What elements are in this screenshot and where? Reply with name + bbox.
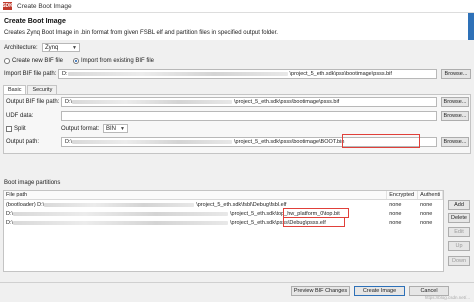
udf-data-input[interactable] bbox=[61, 111, 437, 121]
import-bif-browse-button[interactable]: Browse... bbox=[441, 69, 471, 79]
output-format-select[interactable]: BIN ▼ bbox=[103, 124, 128, 133]
cell-encrypted: none bbox=[389, 219, 402, 226]
preview-bif-changes-button[interactable]: Preview BIF Changes bbox=[291, 286, 350, 296]
table-row[interactable]: (bootloader) D:\ \project_5_eth.sdk\fsbl… bbox=[4, 200, 443, 209]
row-prefix: D:\ bbox=[6, 210, 14, 217]
udf-row: UDF data: bbox=[6, 113, 33, 119]
chevron-down-icon: ▼ bbox=[120, 125, 125, 132]
row-prefix: D:\ bbox=[6, 219, 14, 226]
row-prefix: (bootloader) D:\ bbox=[6, 201, 45, 208]
dialog-header: Create Boot Image Creates Zynq Boot Imag… bbox=[0, 13, 474, 40]
radio-icon bbox=[4, 58, 10, 64]
redacted-path bbox=[13, 220, 229, 225]
row-suffix: \project_5_eth.sdk\fsbl\Debug\fsbl.elf bbox=[196, 201, 287, 208]
split-checkbox[interactable]: Split bbox=[6, 126, 26, 132]
architecture-label: Architecture: bbox=[4, 45, 38, 51]
dialog-description: Creates Zynq Boot Image in .bin format f… bbox=[4, 30, 278, 36]
import-bif-path-input[interactable]: D: \project_5_eth.sdk\pss\bootimage\psss… bbox=[58, 69, 437, 79]
move-down-button[interactable]: Down bbox=[448, 256, 470, 266]
output-path-row: Output path: bbox=[6, 139, 39, 145]
output-bif-path-prefix: D:\ bbox=[65, 99, 73, 105]
udf-browse-button[interactable]: Browse... bbox=[441, 111, 469, 121]
create-new-bif-label: Create new BIF file bbox=[12, 58, 64, 64]
import-bif-row: Import BIF file path: bbox=[4, 71, 56, 77]
redacted-path bbox=[72, 140, 233, 144]
dialog-title: Create Boot Image bbox=[4, 18, 66, 25]
partitions-table: File path Encrypted Authenti (bootloader… bbox=[3, 190, 444, 272]
checkbox-icon bbox=[6, 126, 12, 132]
move-up-button[interactable]: Up bbox=[448, 241, 470, 251]
col-encrypted[interactable]: Encrypted bbox=[387, 191, 419, 199]
output-path-browse-button[interactable]: Browse... bbox=[441, 137, 469, 147]
col-file-path[interactable]: File path bbox=[4, 191, 388, 199]
radio-create-new-bif[interactable]: Create new BIF file bbox=[4, 58, 63, 64]
cell-authentication: none bbox=[420, 210, 433, 217]
redacted-path bbox=[13, 211, 229, 216]
import-bif-label: Import from existing BIF file bbox=[81, 58, 155, 64]
settings-tabs: Basic Security bbox=[3, 85, 58, 94]
col-authentication[interactable]: Authenti bbox=[418, 191, 443, 199]
output-bif-path-input[interactable]: D:\ \project_5_eth.sdk\psss\bootimage\ps… bbox=[61, 97, 437, 107]
cell-file-path: D:\ \project_5_eth.sdk\top_hw_platform_0… bbox=[4, 211, 387, 217]
title-bar: SDK Create Boot Image bbox=[0, 0, 474, 13]
table-row[interactable]: D:\ \project_5_eth.sdk\top_hw_platform_0… bbox=[4, 209, 443, 218]
architecture-select[interactable]: Zynq ▼ bbox=[42, 43, 80, 52]
architecture-value: Zynq bbox=[45, 44, 59, 51]
tab-security[interactable]: Security bbox=[27, 85, 58, 94]
row-suffix: \project_5_eth.sdk\psss\Debug\psss.elf bbox=[230, 219, 326, 226]
redacted-path bbox=[72, 100, 233, 104]
output-format-row: Output format: bbox=[61, 126, 99, 132]
cell-authentication: none bbox=[420, 219, 433, 226]
output-path-prefix: D:\ bbox=[65, 139, 73, 145]
radio-import-bif[interactable]: Import from existing BIF file bbox=[73, 58, 154, 64]
window-title: Create Boot Image bbox=[17, 2, 72, 10]
add-partition-button[interactable]: Add bbox=[448, 200, 470, 210]
redacted-path bbox=[44, 202, 195, 207]
partitions-section-label: Boot image partitions bbox=[4, 180, 61, 186]
watermark-text: https://blog.csdn.net/... bbox=[424, 295, 470, 300]
tab-basic[interactable]: Basic bbox=[3, 85, 27, 94]
output-bif-row: Output BIF file path: bbox=[6, 99, 59, 105]
path-prefix: D: bbox=[62, 71, 68, 77]
edit-partition-button[interactable]: Edit bbox=[448, 227, 470, 237]
redacted-path bbox=[67, 72, 288, 76]
cell-encrypted: none bbox=[389, 201, 402, 208]
output-format-value: BIN bbox=[106, 125, 117, 132]
output-bif-path-label: Output BIF file path: bbox=[6, 99, 60, 105]
delete-partition-button[interactable]: Delete bbox=[448, 213, 470, 223]
output-path-suffix: \project_5_eth.sdk\psss\bootimage\BOOT.b… bbox=[234, 139, 345, 145]
output-bif-browse-button[interactable]: Browse... bbox=[441, 97, 469, 107]
sdk-app-icon: SDK bbox=[2, 2, 13, 10]
cell-encrypted: none bbox=[389, 210, 402, 217]
output-bif-path-suffix: \project_5_eth.sdk\psss\bootimage\psss.b… bbox=[234, 99, 340, 105]
cell-file-path: (bootloader) D:\ \project_5_eth.sdk\fsbl… bbox=[4, 202, 387, 208]
output-path-input[interactable]: D:\ \project_5_eth.sdk\psss\bootimage\BO… bbox=[61, 137, 437, 147]
radio-selected-icon bbox=[73, 58, 79, 64]
split-label: Split bbox=[14, 126, 26, 132]
cell-file-path: D:\ \project_5_eth.sdk\psss\Debug\psss.e… bbox=[4, 220, 387, 226]
output-path-label: Output path: bbox=[6, 139, 40, 145]
row-suffix: \project_5_eth.sdk\top_hw_platform_0\top… bbox=[230, 210, 340, 217]
chevron-down-icon: ▼ bbox=[72, 44, 77, 51]
header-accent-bar bbox=[468, 13, 474, 40]
architecture-row: Architecture: bbox=[4, 45, 38, 51]
create-image-button[interactable]: Create Image bbox=[354, 286, 405, 296]
udf-data-label: UDF data: bbox=[6, 113, 34, 119]
table-row[interactable]: D:\ \project_5_eth.sdk\psss\Debug\psss.e… bbox=[4, 218, 443, 227]
table-header: File path Encrypted Authenti bbox=[4, 191, 443, 200]
cell-authentication: none bbox=[420, 201, 433, 208]
import-bif-path-suffix: \project_5_eth.sdk\pss\bootimage\psss.bi… bbox=[289, 71, 392, 77]
output-format-label: Output format: bbox=[61, 126, 100, 132]
import-bif-path-label: Import BIF file path: bbox=[4, 71, 57, 77]
